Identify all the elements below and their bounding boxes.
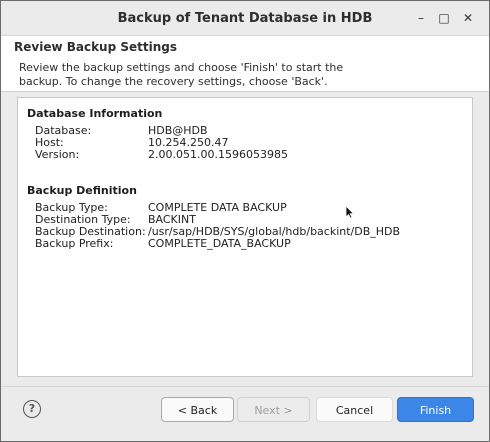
back-button[interactable]: < Back xyxy=(161,397,234,422)
wizard-header: Review Backup Settings Review the backup… xyxy=(1,36,489,91)
title-bar[interactable]: Backup of Tenant Database in HDB – □ ✕ xyxy=(1,1,489,36)
page-title: Review Backup Settings xyxy=(14,40,178,54)
info-label: Version: xyxy=(35,148,80,161)
database-info-heading: Database Information xyxy=(27,107,163,120)
mouse-pointer-icon xyxy=(345,205,355,219)
footer-divider xyxy=(1,386,489,387)
maximize-icon[interactable]: □ xyxy=(435,9,453,27)
page-description: Review the backup settings and choose 'F… xyxy=(19,61,344,88)
header-divider xyxy=(1,91,489,92)
cancel-button[interactable]: Cancel xyxy=(316,397,393,422)
help-icon[interactable]: ? xyxy=(23,400,41,418)
backup-dialog: Backup of Tenant Database in HDB – □ ✕ R… xyxy=(0,0,490,442)
close-icon[interactable]: ✕ xyxy=(459,9,477,27)
minimize-icon[interactable]: – xyxy=(412,9,430,27)
finish-button[interactable]: Finish xyxy=(397,397,474,422)
info-value: 2.00.051.00.1596053985 xyxy=(148,148,288,161)
next-button[interactable]: Next > xyxy=(237,397,310,422)
settings-summary-panel: Database Information Database: HDB@HDB H… xyxy=(17,97,473,377)
info-label: Backup Prefix: xyxy=(35,237,114,250)
backup-definition-heading: Backup Definition xyxy=(27,184,137,197)
info-value: COMPLETE_DATA_BACKUP xyxy=(148,237,291,250)
